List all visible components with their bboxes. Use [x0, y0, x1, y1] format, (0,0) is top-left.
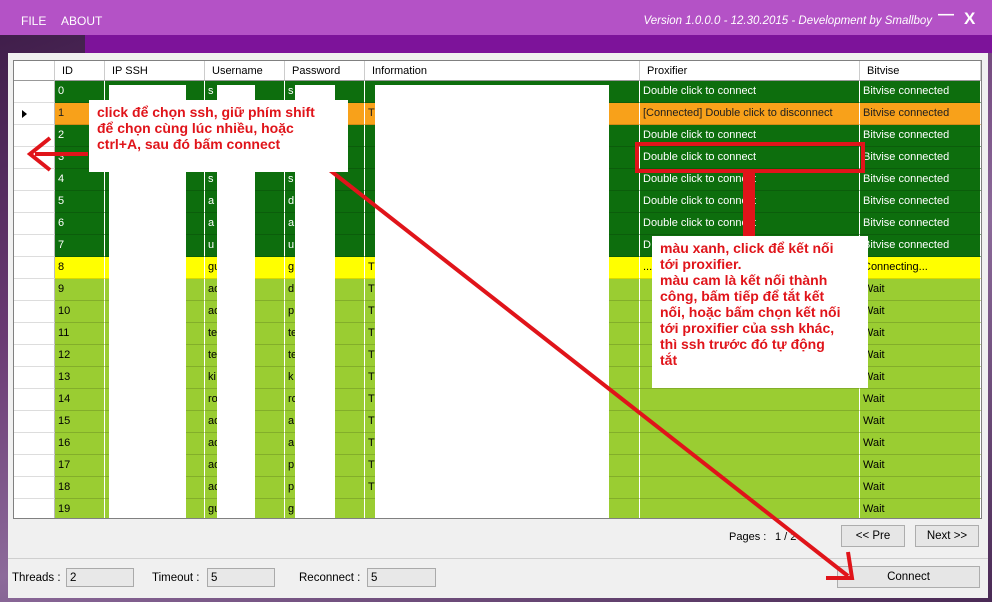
connector-bar — [743, 171, 755, 241]
annotation-left: click để chọn ssh, giữ phím shift để chọ… — [89, 100, 348, 172]
annotation-right: màu xanh, click để kết nối tới proxifier… — [652, 236, 868, 388]
highlight-box — [635, 142, 865, 173]
